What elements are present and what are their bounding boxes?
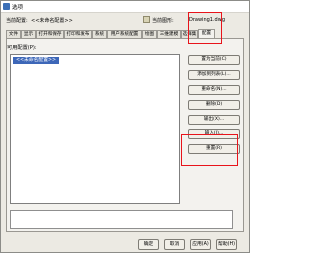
profiles-list[interactable]: <<未命名配置>> — [10, 54, 180, 204]
app-icon — [3, 3, 10, 10]
current-profile-value: <<未命名配置>> — [31, 18, 73, 24]
list-item[interactable]: <<未命名配置>> — [13, 57, 60, 64]
tab-open-save[interactable]: 打开和保存 — [36, 30, 64, 38]
rename-button[interactable]: 重命名(N)... — [188, 85, 240, 95]
highlight-reset-button — [181, 134, 238, 166]
profile-description-box — [10, 210, 233, 229]
help-button[interactable]: 帮助(H) — [216, 239, 237, 250]
drawing-icon — [143, 16, 150, 23]
tab-drafting[interactable]: 绘图 — [142, 30, 157, 38]
current-profile-label: 当前配置: — [6, 18, 28, 24]
available-profiles-label: 可用配置(P): — [7, 45, 37, 51]
highlight-profiles-tab — [188, 12, 222, 44]
tab-system[interactable]: 系统 — [92, 30, 107, 38]
tab-user-preferences[interactable]: 用户系统配置 — [107, 30, 142, 38]
tab-display[interactable]: 显示 — [21, 30, 36, 38]
apply-button[interactable]: 应用(A) — [190, 239, 211, 250]
export-button[interactable]: 输出(X)... — [188, 115, 240, 125]
tab-files[interactable]: 文件 — [6, 30, 21, 38]
tab-plot-publish[interactable]: 打印和发布 — [64, 30, 92, 38]
tab-3d-modeling[interactable]: 三维建模 — [157, 30, 181, 38]
delete-button[interactable]: 删除(D) — [188, 100, 240, 110]
current-drawing-label: 当前图形: — [152, 18, 174, 24]
add-to-list-button[interactable]: 添加到列表(L)... — [188, 70, 240, 80]
ok-button[interactable]: 确定 — [138, 239, 159, 250]
window-title: 选项 — [12, 5, 24, 11]
set-current-button[interactable]: 置为当前(C) — [188, 55, 240, 65]
cancel-button[interactable]: 取消 — [164, 239, 185, 250]
